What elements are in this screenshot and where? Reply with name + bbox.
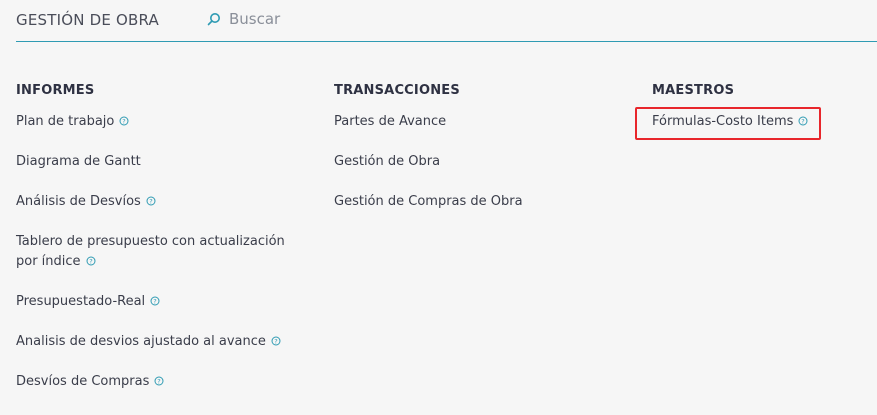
search-input[interactable]: Buscar: [229, 10, 280, 28]
menu-item-plan-de-trabajo[interactable]: Plan de trabajo?: [16, 112, 316, 132]
menu-item-desvios-de-compras[interactable]: Desvíos de Compras?: [16, 372, 316, 392]
menu-item-label: Gestión de Obra: [334, 154, 441, 169]
help-icon[interactable]: ?: [150, 296, 160, 306]
menu-item-gestion-de-obra[interactable]: Gestión de Obra: [334, 152, 614, 172]
menu-item-presupuestado-real[interactable]: Presupuestado-Real?: [16, 292, 316, 312]
section-title-transacciones: TRANSACCIONES: [334, 83, 460, 98]
section-title-informes: INFORMES: [16, 83, 95, 98]
help-icon[interactable]: ?: [86, 256, 96, 266]
menu-item-label-line1: Tablero de presupuesto con actualización: [16, 234, 285, 249]
menu-item-label: Partes de Avance: [334, 114, 447, 129]
search-box[interactable]: Buscar: [207, 10, 280, 28]
search-icon: [207, 13, 220, 26]
menu-item-label: Presupuestado-Real: [16, 294, 146, 309]
menu-item-label: Plan de trabajo: [16, 114, 115, 129]
menu-item-label: Analisis de desvios ajustado al avance: [16, 334, 266, 349]
section-informes: INFORMES Plan de trabajo? Diagrama de Ga…: [16, 83, 316, 412]
menu-item-label: Gestión de Compras de Obra: [334, 194, 523, 209]
menu-item-label: Desvíos de Compras: [16, 374, 150, 389]
svg-text:?: ?: [123, 117, 126, 125]
section-title-maestros: MAESTROS: [652, 83, 735, 98]
menu-item-label: Diagrama de Gantt: [16, 154, 141, 169]
help-icon[interactable]: ?: [146, 196, 156, 206]
top-bar: GESTIÓN DE OBRA Buscar: [16, 0, 877, 42]
svg-text:?: ?: [158, 377, 161, 385]
module-title: GESTIÓN DE OBRA: [16, 11, 159, 29]
menu-item-tablero-de-presupuesto[interactable]: Tablero de presupuesto con actualización…: [16, 232, 316, 272]
section-transacciones: TRANSACCIONES Partes de Avance Gestión d…: [334, 83, 614, 232]
svg-text:?: ?: [153, 297, 156, 305]
highlight-box: [635, 107, 821, 140]
help-icon[interactable]: ?: [154, 376, 164, 386]
menu-item-label-line2: por índice: [16, 254, 81, 269]
svg-text:?: ?: [149, 197, 152, 205]
menu-item-analisis-de-desvios[interactable]: Análisis de Desvíos?: [16, 192, 316, 212]
help-icon[interactable]: ?: [119, 116, 129, 126]
menu-item-label: Análisis de Desvíos: [16, 194, 141, 209]
svg-text:?: ?: [89, 257, 92, 265]
menu-item-analisis-desvios-ajustado[interactable]: Analisis de desvios ajustado al avance?: [16, 332, 316, 352]
svg-text:?: ?: [274, 337, 277, 345]
menu-item-partes-de-avance[interactable]: Partes de Avance: [334, 112, 614, 132]
menu-item-diagrama-de-gantt[interactable]: Diagrama de Gantt: [16, 152, 316, 172]
menu-item-gestion-compras-obra[interactable]: Gestión de Compras de Obra: [334, 192, 614, 212]
help-icon[interactable]: ?: [271, 336, 281, 346]
